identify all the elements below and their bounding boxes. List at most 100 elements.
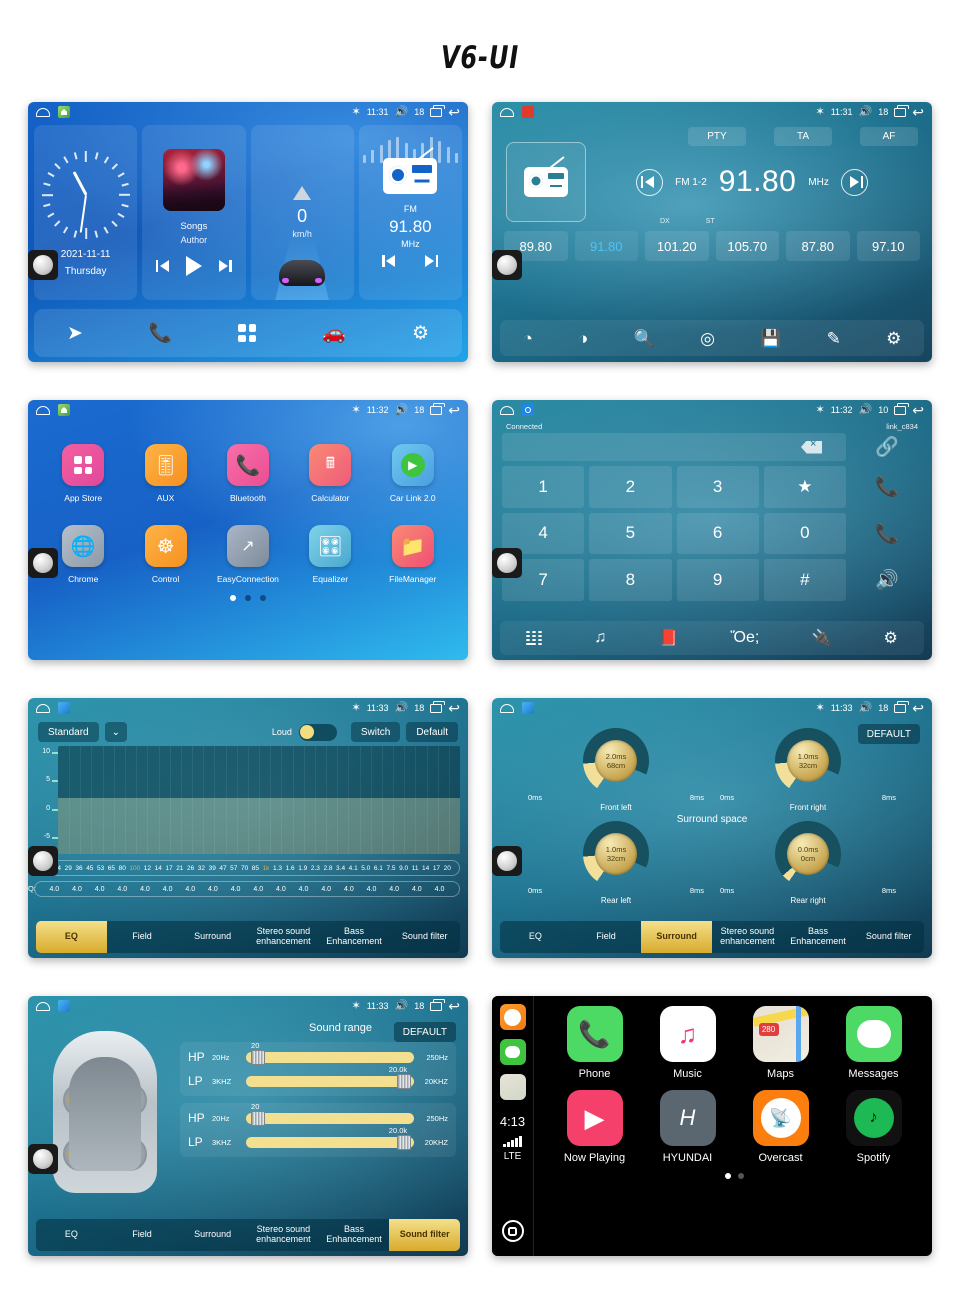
equalizer-app-icon[interactable] [58, 1000, 70, 1012]
tab-eq[interactable]: EQ [36, 1219, 107, 1251]
eq-q-value[interactable]: 4.0 [163, 886, 173, 893]
default-button[interactable]: DEFAULT [393, 1022, 456, 1042]
eq-frequency-label[interactable]: 17 [433, 865, 440, 872]
phone-number-input[interactable] [502, 433, 846, 461]
volume-knob[interactable] [28, 548, 58, 578]
link-icon[interactable]: 🔗 [852, 433, 922, 461]
key-2[interactable]: 2 [589, 466, 672, 508]
tab-stereo-sound-enhancement[interactable]: Stereo sound enhancement [248, 921, 319, 953]
volume-knob[interactable] [492, 548, 522, 578]
tab-bass-enhancement[interactable]: Bass Enhancement [319, 1219, 390, 1251]
eq-q-value[interactable]: 4.0 [344, 886, 354, 893]
back-icon[interactable]: ↩ [448, 999, 460, 1013]
volume-knob[interactable] [28, 1144, 58, 1174]
filter-row-lp[interactable]: LP 3KHZ 20.0k 20KHZ [188, 1065, 448, 1089]
eq-frequency-label[interactable]: 12 [144, 865, 151, 872]
home-icon[interactable] [500, 107, 514, 117]
knob-rear-left[interactable]: 1.0ms 32cm 0ms 8ms Rear left [520, 821, 712, 909]
filter-thumb[interactable] [251, 1110, 266, 1126]
tab-bass-enhancement[interactable]: Bass Enhancement [783, 921, 854, 953]
eq-frequency-row[interactable]: 2024293645536580100121417212632394757708… [34, 860, 460, 876]
key-0[interactable]: 0 [763, 512, 846, 555]
eq-q-value[interactable]: 4.0 [231, 886, 241, 893]
eq-q-value[interactable]: 4.0 [49, 886, 59, 893]
tab-sound-filter[interactable]: Sound filter [389, 1219, 460, 1251]
af-button[interactable]: AF [860, 127, 918, 146]
knob-front-right[interactable]: 1.0ms 32cm 0ms 8ms Front right [712, 728, 904, 816]
tab-sound-filter[interactable]: Sound filter [853, 921, 924, 953]
home-icon[interactable] [36, 703, 50, 713]
page-dot[interactable] [245, 595, 251, 601]
eq-q-value[interactable]: 4.0 [276, 886, 286, 893]
carplay-icon[interactable]: 🚗 [322, 324, 346, 343]
home-icon[interactable] [36, 405, 50, 415]
pty-button[interactable]: PTY [688, 127, 746, 146]
eq-q-value[interactable]: 4.0 [321, 886, 331, 893]
volume-knob[interactable] [492, 846, 522, 876]
eq-frequency-label[interactable]: 14 [155, 865, 162, 872]
recents-icon[interactable] [430, 403, 445, 415]
eq-frequency-label[interactable]: 21 [176, 865, 183, 872]
eq-frequency-label[interactable]: 9.0 [399, 865, 408, 872]
screen-dialer[interactable]: ✶ 11:32 🔊 10 ↩ Connected link_c834 1 2 3 [492, 400, 932, 660]
radio-widget[interactable]: FM 91.80 MHz [358, 125, 462, 300]
save-icon[interactable]: 💾 [760, 330, 781, 347]
settings-icon[interactable]: ⚙ [886, 330, 901, 347]
band-icon[interactable]: ◔ [523, 330, 533, 347]
tab-surround[interactable]: Surround [641, 921, 713, 953]
radio-app-icon[interactable] [522, 106, 534, 118]
music-icon[interactable]: ♫ [594, 629, 606, 647]
location-icon[interactable]: ◎ [700, 330, 715, 347]
eq-frequency-label[interactable]: 1.6 [286, 865, 295, 872]
eq-frequency-label[interactable]: 47 [219, 865, 226, 872]
screen-carplay[interactable]: 4:13 LTE 📞 Phone ♫ Music 280 Maps Messag… [492, 996, 932, 1256]
eq-frequency-label[interactable]: 14 [422, 865, 429, 872]
carplay-app-overcast[interactable]: 📡 Overcast [738, 1090, 824, 1164]
maps-icon[interactable] [499, 1074, 526, 1100]
radio-prev-icon[interactable] [382, 255, 396, 267]
eq-q-value[interactable]: 4.0 [95, 886, 105, 893]
preset-button[interactable]: 101.20 [645, 231, 709, 261]
preset-button[interactable]: 97.10 [856, 231, 920, 261]
filter-thumb[interactable] [397, 1134, 412, 1150]
home-icon[interactable] [36, 107, 50, 117]
key-8[interactable]: 8 [589, 559, 672, 601]
home-icon[interactable] [500, 405, 514, 415]
home-icon[interactable] [500, 703, 514, 713]
tune-down-button[interactable] [636, 168, 664, 196]
eq-q-value[interactable]: 4.0 [412, 886, 422, 893]
carplay-app-spotify[interactable]: ♪ Spotify [831, 1090, 917, 1164]
filter-row-hp[interactable]: HP 20Hz 20 250Hz [188, 1041, 448, 1065]
tab-stereo-sound-enhancement[interactable]: Stereo sound enhancement [712, 921, 783, 953]
tab-field[interactable]: Field [571, 921, 642, 953]
key-1[interactable]: 1 [502, 466, 585, 508]
key-6[interactable]: 6 [676, 512, 759, 555]
backspace-icon[interactable] [801, 440, 822, 454]
music-widget[interactable]: Songs Author [142, 125, 246, 300]
page-dot[interactable] [260, 595, 266, 601]
app-item-easyconnection[interactable]: ↗ EasyConnection [211, 525, 285, 584]
key-star[interactable]: ★ [763, 466, 846, 508]
carplay-app-maps[interactable]: 280 Maps [738, 1006, 824, 1080]
preset-button-active[interactable]: 91.80 [574, 231, 638, 261]
radio-next-icon[interactable] [425, 255, 439, 267]
call-accept-icon[interactable]: 📞 [852, 466, 922, 508]
screen-home[interactable]: ✶ 11:31 🔊 18 ↩ 2021-11-11 Thursday Songs… [28, 102, 468, 362]
tab-surround[interactable]: Surround [177, 921, 248, 953]
carplay-app-hyundai[interactable]: H HYUNDAI [645, 1090, 731, 1164]
eq-frequency-label[interactable]: 53 [97, 865, 104, 872]
back-icon[interactable]: ↩ [448, 403, 460, 417]
connect-icon[interactable]: 🔌 [811, 628, 831, 648]
recents-icon[interactable] [430, 999, 445, 1011]
tab-sound-filter[interactable]: Sound filter [389, 921, 460, 953]
equalizer-app-icon[interactable] [58, 702, 70, 714]
filter-row-hp[interactable]: HP 20Hz 20 250Hz [188, 1102, 448, 1126]
carplay-app-music[interactable]: ♫ Music [645, 1006, 731, 1080]
eq-frequency-label[interactable]: 2.8 [323, 865, 332, 872]
chevron-down-icon[interactable]: ⌄ [104, 722, 127, 742]
tab-surround[interactable]: Surround [177, 1219, 248, 1251]
call-log-icon[interactable]: Ὅе; [730, 629, 759, 647]
back-icon[interactable]: ↩ [912, 701, 924, 715]
eq-frequency-label[interactable]: 5.0 [361, 865, 370, 872]
screen-sound-filter[interactable]: ✶ 11:33 🔊 18 ↩ Sound range DEFAULT HP 20… [28, 996, 468, 1256]
